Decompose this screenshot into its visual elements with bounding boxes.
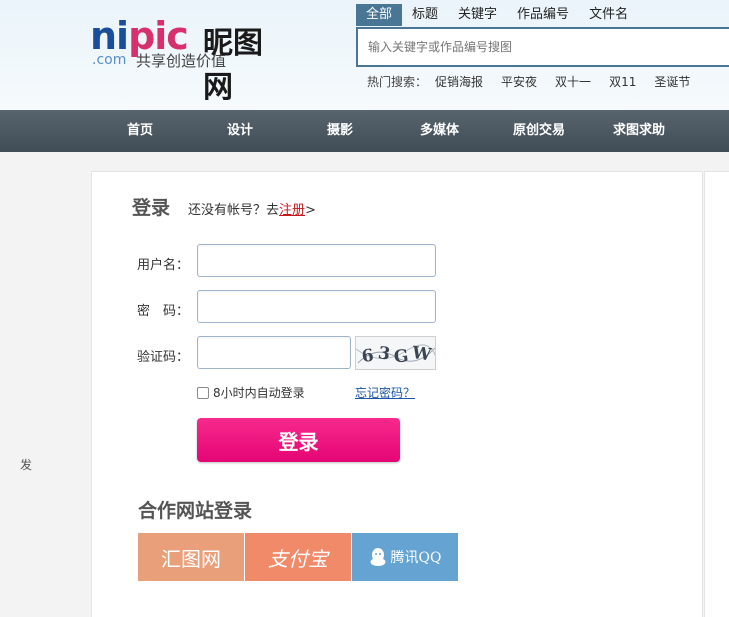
site-logo[interactable]: nipic 昵图网 .com 共享创造价值	[90, 14, 290, 105]
captcha-glyph: W	[410, 343, 434, 366]
hot-search-label: 热门搜索：	[367, 75, 428, 89]
partner-login-title: 合作网站登录	[138, 500, 253, 522]
hot-search-item[interactable]: 双十一	[555, 73, 591, 90]
hot-search-item[interactable]: 平安夜	[501, 73, 537, 90]
remember-checkbox[interactable]	[197, 386, 209, 399]
login-button[interactable]: 登录	[197, 418, 400, 462]
hot-search: 热门搜索： 促销海报 平安夜 双十一 双11 圣诞节	[367, 73, 708, 90]
password-field[interactable]	[197, 290, 436, 323]
search-input[interactable]	[358, 29, 729, 65]
captcha-field[interactable]	[197, 336, 351, 369]
nav-item-trade[interactable]: 原创交易	[513, 110, 565, 152]
huitu-login-button[interactable]: 汇图网	[138, 533, 244, 581]
nav-item-home[interactable]: 首页	[127, 110, 153, 152]
nav-item-multimedia[interactable]: 多媒体	[420, 110, 459, 152]
logo-domain: .com	[92, 52, 127, 68]
hot-search-item[interactable]: 圣诞节	[654, 73, 690, 90]
login-title: 登录	[132, 197, 171, 219]
hot-search-item[interactable]: 双11	[609, 73, 636, 90]
captcha-glyph: 3	[377, 343, 392, 365]
site-header: nipic 昵图网 .com 共享创造价值 全部 标题 关键字 作品编号 文件名…	[0, 0, 729, 110]
main-nav: 首页 设计 摄影 多媒体 原创交易 求图求助	[0, 110, 729, 152]
search-tab-filename[interactable]: 文件名	[579, 4, 638, 26]
search-box	[356, 27, 729, 67]
nav-item-design[interactable]: 设计	[227, 110, 253, 152]
huitu-label: 汇图网	[161, 546, 221, 571]
search-tabs: 全部 标题 关键字 作品编号 文件名	[356, 4, 638, 26]
username-field[interactable]	[197, 244, 436, 277]
captcha-glyph: 6	[361, 346, 376, 367]
side-panel	[704, 171, 729, 617]
search-tab-keyword[interactable]: 关键字	[448, 4, 507, 26]
captcha-glyph: G	[393, 346, 410, 367]
search-tab-all[interactable]: 全部	[356, 4, 403, 26]
side-text: 发	[20, 458, 33, 472]
remember-label: 8小时内自动登录	[213, 386, 305, 400]
register-prompt: 还没有帐号？去注册>	[188, 203, 316, 218]
hot-search-item[interactable]: 促销海报	[435, 73, 483, 90]
search-tab-title[interactable]: 标题	[402, 4, 448, 26]
forgot-password-link[interactable]: 忘记密码？	[355, 384, 415, 401]
alipay-label: 支付宝	[268, 546, 328, 571]
register-link[interactable]: 注册	[279, 203, 305, 218]
username-label: 用户名：	[137, 258, 190, 273]
nav-item-photo[interactable]: 摄影	[327, 110, 353, 152]
password-label: 密 码：	[137, 304, 190, 319]
nav-item-request[interactable]: 求图求助	[613, 110, 665, 152]
qq-login-button[interactable]: 腾讯QQ	[352, 533, 458, 581]
search-tab-id[interactable]: 作品编号	[507, 4, 579, 26]
captcha-label: 验证码：	[137, 350, 190, 365]
logo-slogan: 共享创造价值	[136, 52, 227, 70]
alipay-login-button[interactable]: 支付宝	[245, 533, 351, 581]
qq-penguin-icon	[370, 548, 386, 566]
remember-me[interactable]: 8小时内自动登录	[197, 384, 305, 401]
captcha-image[interactable]: 6 3 G W	[355, 336, 436, 370]
qq-label: 腾讯QQ	[390, 550, 442, 566]
